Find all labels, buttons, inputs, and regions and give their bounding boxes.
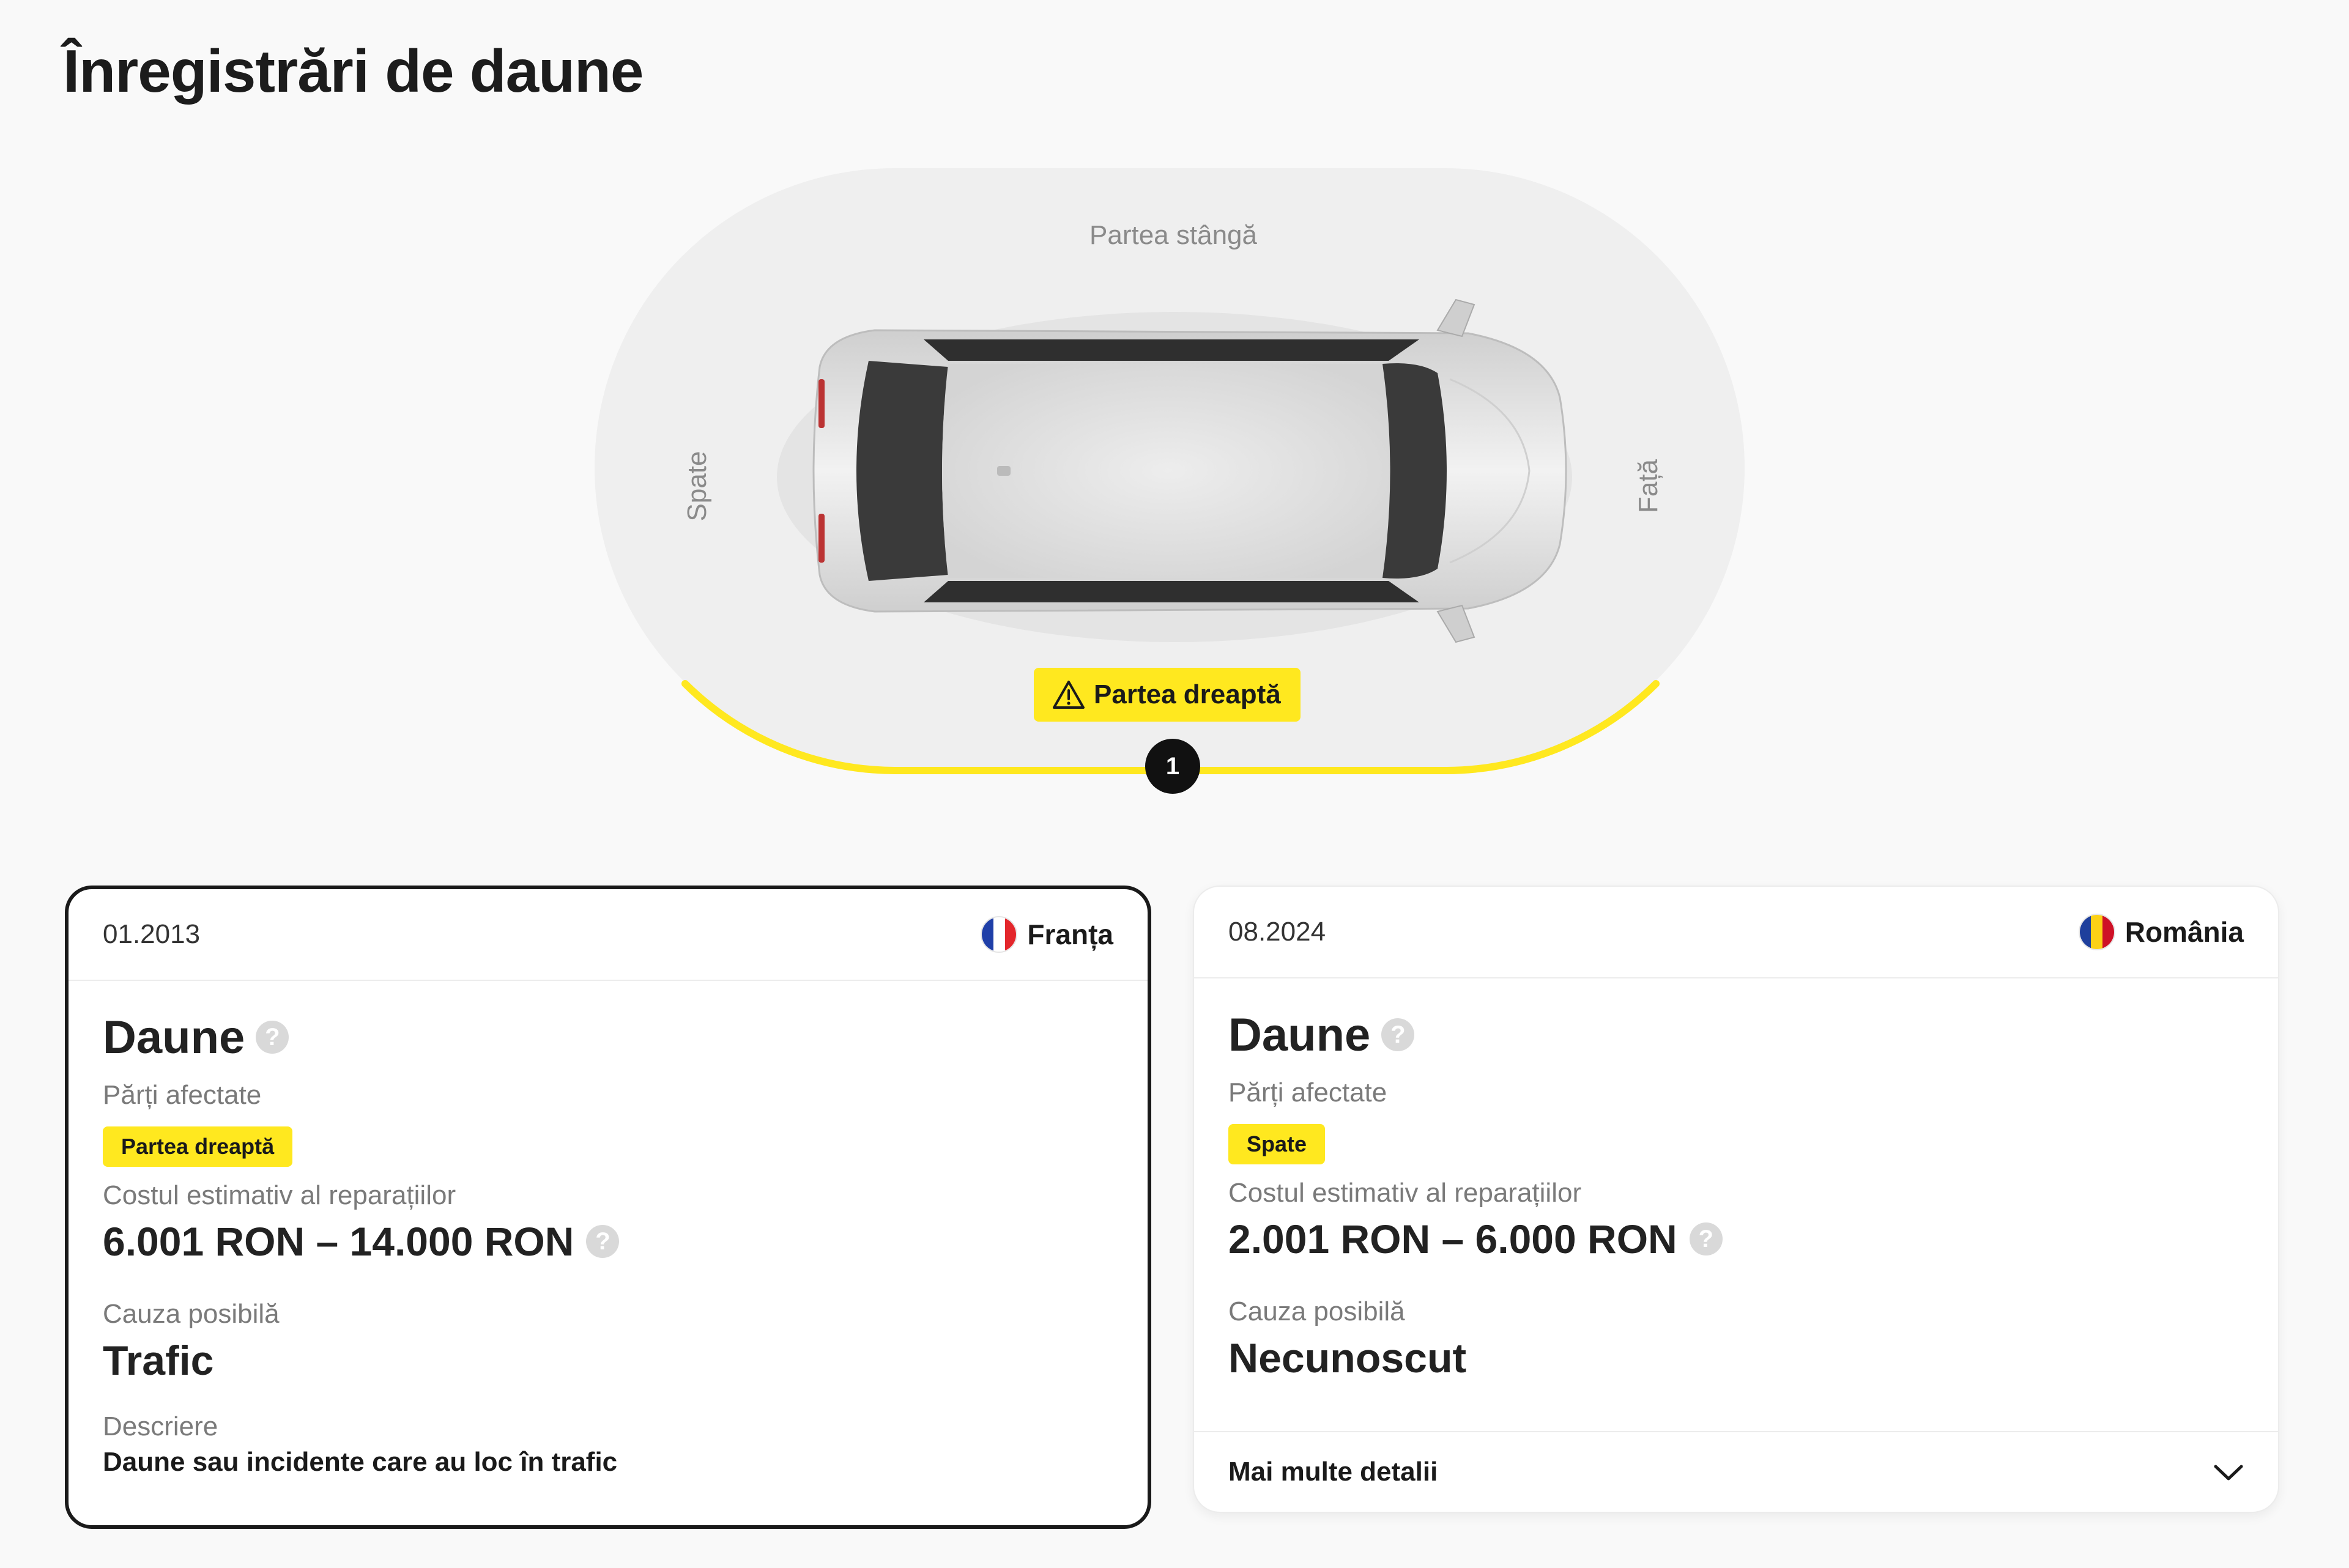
record-title-text: Daune [103,1011,245,1063]
damage-record-card[interactable]: 01.2013 Franța Daune ? Părți afectate Pa… [65,886,1151,1529]
question-circle-icon[interactable]: ? [256,1021,289,1054]
cause-value: Necunoscut [1228,1335,1467,1381]
page-title: Înregistrări de daune [63,37,644,105]
record-title: Daune ? [1228,1004,2244,1065]
more-details-toggle[interactable]: Mai multe detalii [1194,1431,2278,1512]
card-body: Daune ? Părți afectate Spate Costul esti… [1194,978,2278,1382]
affected-part-tag: Spate [1228,1124,1326,1164]
repair-cost-value: 6.001 RON – 14.000 RON [103,1219,574,1264]
record-date: 01.2013 [103,919,201,949]
card-header: 08.2024 România [1194,887,2278,978]
damage-count-marker[interactable]: 1 [1145,739,1200,794]
right-side-damage-chip[interactable]: Partea dreaptă [1034,668,1301,722]
warning-triangle-icon [1053,681,1085,709]
record-title-text: Daune [1228,1008,1371,1061]
question-circle-icon[interactable]: ? [1689,1222,1723,1256]
affected-part-tag: Partea dreaptă [103,1126,293,1167]
cause-label: Cauza posibilă [103,1299,280,1329]
repair-cost: 6.001 RON – 14.000 RON ? [103,1218,1113,1265]
cause-label: Cauza posibilă [1228,1296,1405,1326]
affected-parts-label: Părți afectate [103,1080,262,1110]
country-name: România [2124,916,2244,948]
chevron-down-icon [2214,1465,2243,1481]
description-label: Descriere [103,1411,218,1441]
description-value: Daune sau incidente care au loc în trafi… [103,1447,618,1477]
record-country: România [2078,914,2244,950]
romania-flag-icon [2078,914,2115,950]
car-top-view-image [777,298,1572,643]
repair-cost-value: 2.001 RON – 6.000 RON [1228,1216,1677,1262]
damage-diagram: Partea stângă Spate Față Partea dreaptă … [587,165,1750,801]
damage-record-card[interactable]: 08.2024 România Daune ? Părți afectate S… [1193,886,2279,1513]
country-name: Franța [1027,919,1113,950]
repair-cost-label: Costul estimativ al reparațiilor [1228,1178,1582,1208]
question-circle-icon[interactable]: ? [586,1225,620,1258]
question-circle-icon[interactable]: ? [1381,1018,1415,1051]
more-details-label: Mai multe detalii [1228,1457,1438,1487]
side-label-left[interactable]: Partea stângă [587,220,1759,251]
record-date: 08.2024 [1228,917,1326,947]
side-label-front[interactable]: Față [1633,437,1664,535]
right-side-damage-label: Partea dreaptă [1094,679,1281,709]
france-flag-icon [981,916,1018,953]
card-body: Daune ? Părți afectate Partea dreaptă Co… [69,981,1148,1477]
card-header: 01.2013 Franța [69,889,1148,981]
repair-cost-label: Costul estimativ al reparațiilor [103,1180,456,1210]
repair-cost: 2.001 RON – 6.000 RON ? [1228,1216,2244,1262]
side-label-back[interactable]: Spate [682,437,713,535]
cause-value: Trafic [103,1337,214,1384]
record-title: Daune ? [103,1007,1113,1068]
record-country: Franța [981,916,1113,953]
affected-parts-label: Părți afectate [1228,1078,1387,1108]
